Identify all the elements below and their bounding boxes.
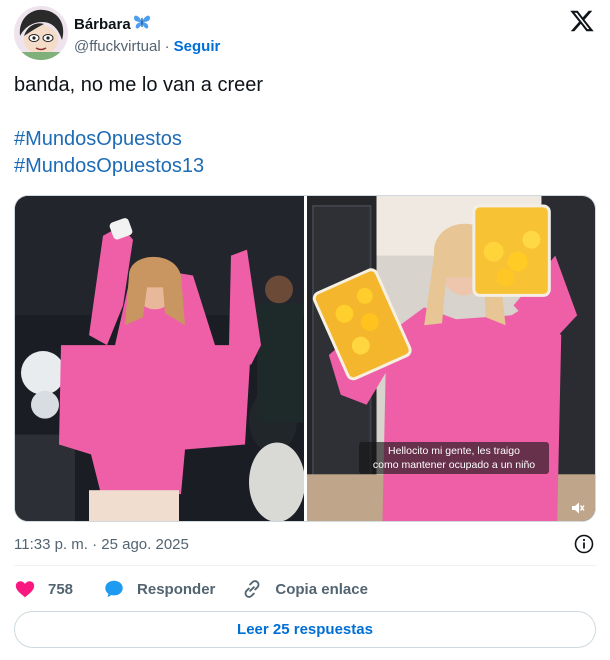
follow-button[interactable]: Seguir [174, 38, 221, 55]
video-caption-line: como mantener ocupado a un niño [372, 459, 536, 471]
copy-link-button[interactable]: Copia enlace [241, 578, 368, 600]
video-caption-line: Hellocito mi gente, les traigo [388, 445, 520, 457]
media-image-left[interactable] [15, 196, 304, 521]
reply-button[interactable]: Responder [103, 578, 215, 600]
action-bar: 758 Responder Copia enlace [14, 576, 596, 602]
author-display-name[interactable]: Bárbara [74, 16, 131, 33]
info-icon[interactable] [574, 534, 594, 554]
read-replies-button[interactable]: Leer 25 respuestas [14, 611, 596, 648]
media-video-right[interactable]: Hellocito mi gente, les traigo como mant… [307, 196, 595, 521]
tweet-line: banda, no me lo van a creer [14, 74, 264, 96]
tweet-header: Bárbara @ffuckvirtual · Seguir [14, 6, 596, 62]
timestamp-row: 11:33 p. m. · 25 ago. 2025 [14, 534, 596, 556]
media-grid: Hellocito mi gente, les traigo como mant… [14, 195, 596, 522]
x-logo-icon[interactable] [568, 8, 596, 34]
butterfly-icon [133, 14, 151, 35]
tweet-timestamp[interactable]: 11:33 p. m. · 25 ago. 2025 [14, 536, 189, 553]
reply-label: Responder [137, 580, 216, 598]
author-name-row[interactable]: Bárbara [74, 14, 151, 35]
divider [14, 565, 596, 566]
like-count: 758 [48, 580, 74, 598]
separator-dot: · [164, 38, 170, 55]
author-handle[interactable]: @ffuckvirtual [74, 38, 161, 55]
hashtag-link[interactable]: #MundosOpuestos13 [14, 153, 596, 180]
tweet-text: banda, no me lo van a creer #MundosOpues… [14, 72, 596, 180]
like-button[interactable]: 758 [14, 578, 73, 600]
video-caption: Hellocito mi gente, les traigo como mant… [359, 442, 549, 474]
hashtag-link[interactable]: #MundosOpuestos [14, 126, 596, 153]
avatar[interactable] [14, 6, 68, 60]
volume-mute-icon[interactable] [571, 501, 585, 515]
heart-icon [15, 581, 35, 598]
handle-row: @ffuckvirtual · Seguir [74, 38, 220, 55]
link-icon [244, 580, 260, 598]
reply-bubble-icon [105, 580, 123, 598]
copy-link-label: Copia enlace [275, 580, 368, 598]
